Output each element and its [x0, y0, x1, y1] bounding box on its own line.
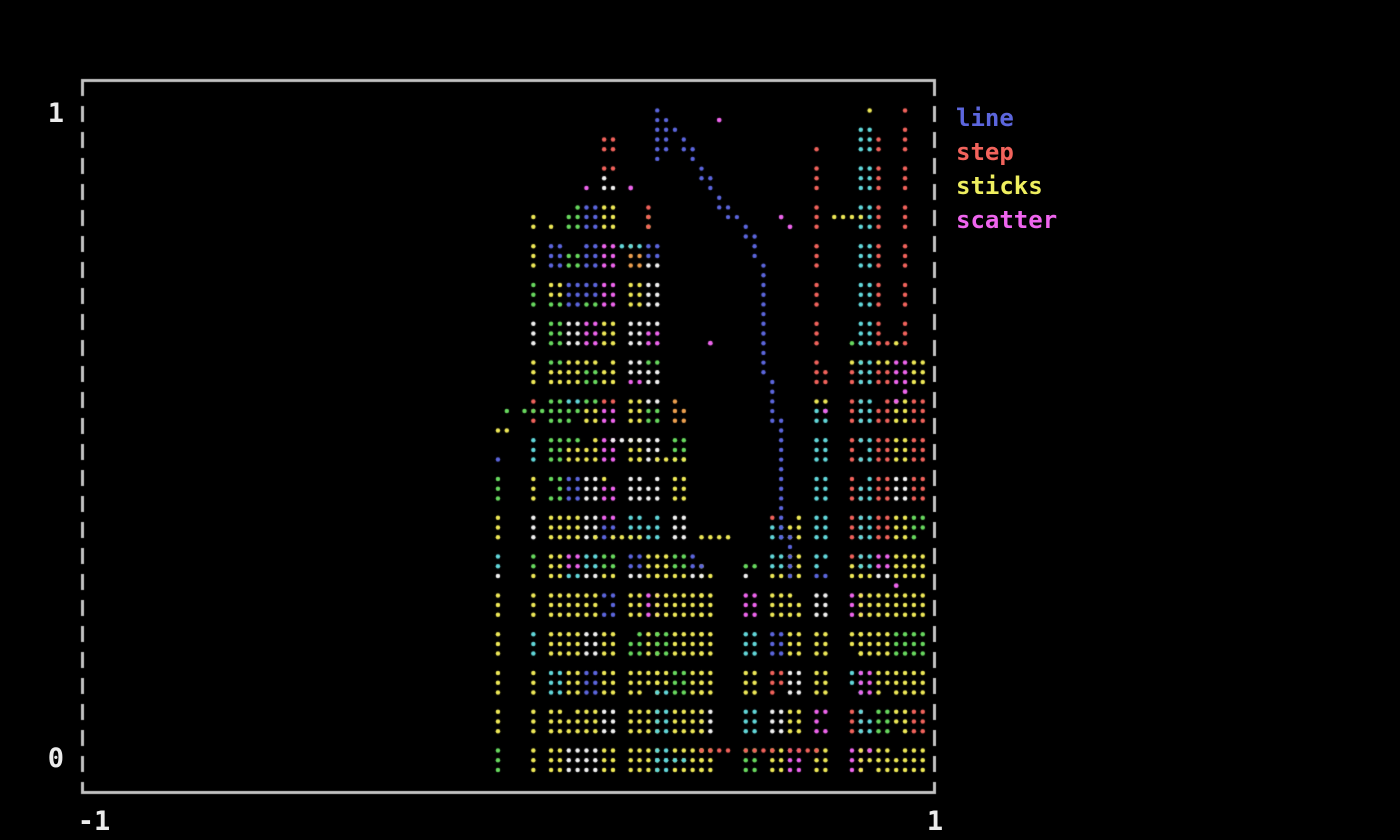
x-axis-tick-min: -1 — [64, 808, 124, 835]
terminal-plot-screen: 1 0 -1 1 line step sticks scatter — [0, 0, 1400, 840]
x-axis-tick-max: 1 — [905, 808, 965, 835]
legend-item-sticks: sticks — [956, 169, 1057, 203]
legend-item-line: line — [956, 101, 1057, 135]
legend-item-step: step — [956, 135, 1057, 169]
plot-canvas — [0, 0, 1400, 840]
legend-item-scatter: scatter — [956, 203, 1057, 237]
legend: line step sticks scatter — [956, 101, 1057, 237]
y-axis-tick-max: 1 — [30, 100, 64, 127]
y-axis-tick-min: 0 — [30, 745, 64, 772]
